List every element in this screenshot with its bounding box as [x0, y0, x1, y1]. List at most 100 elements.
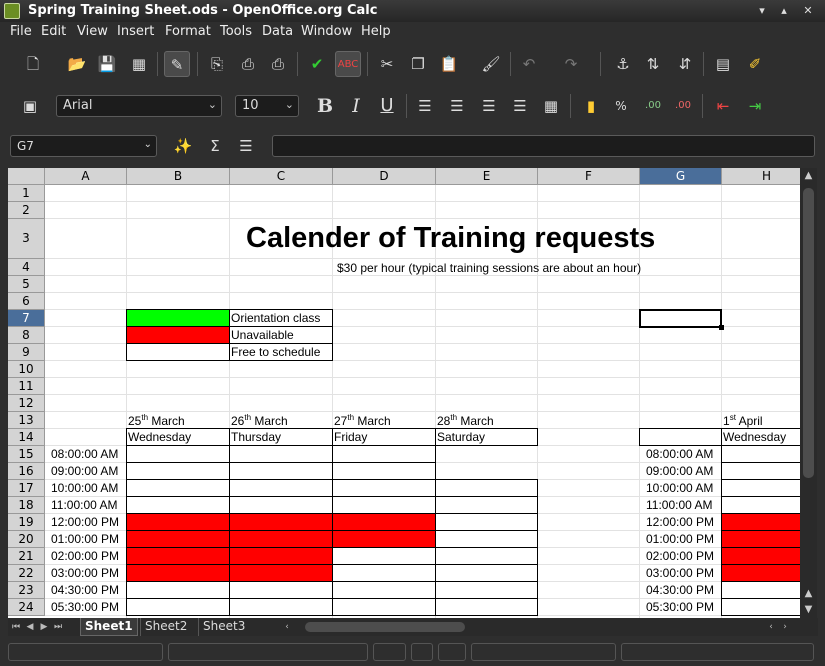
schedule-cell-d16[interactable] — [332, 462, 436, 480]
pdf-icon[interactable]: ⎘ — [204, 51, 230, 77]
redo-icon[interactable]: ↷ — [558, 51, 584, 77]
row-header-16[interactable]: 16 — [8, 463, 45, 480]
schedule-cell-d19[interactable] — [332, 513, 436, 531]
schedule-cell-d15[interactable] — [332, 445, 436, 463]
open-icon[interactable]: 📂 — [64, 51, 90, 77]
scroll-left-icon[interactable]: ‹ — [281, 620, 293, 634]
schedule-cell-b18[interactable] — [126, 496, 230, 514]
schedule-cell-c19[interactable] — [229, 513, 333, 531]
schedule-cell-d24[interactable] — [332, 598, 436, 616]
row-header-15[interactable]: 15 — [8, 446, 45, 463]
schedule-cell-h19[interactable] — [721, 513, 800, 531]
row-header-20[interactable]: 20 — [8, 531, 45, 548]
menu-help[interactable]: Help — [361, 24, 391, 39]
schedule-cell-d22[interactable] — [332, 564, 436, 582]
print-preview-icon[interactable]: ⎙ — [265, 51, 291, 77]
schedule-cell-d17[interactable] — [332, 479, 436, 497]
schedule-cell-h17[interactable] — [721, 479, 800, 497]
schedule-cell-b23[interactable] — [126, 581, 230, 599]
last-sheet-icon[interactable]: ⏭ — [52, 620, 64, 634]
selected-cell-g7[interactable] — [639, 309, 722, 328]
menu-edit[interactable]: Edit — [41, 24, 66, 39]
save-icon[interactable]: 💾 — [94, 51, 120, 77]
schedule-cell-h18[interactable] — [721, 496, 800, 514]
row-header-23[interactable]: 23 — [8, 582, 45, 599]
row-header-7[interactable]: 7 — [8, 310, 45, 327]
column-header-f[interactable]: F — [538, 168, 640, 185]
schedule-cell-c24[interactable] — [229, 598, 333, 616]
schedule-cell-c21[interactable] — [229, 547, 333, 565]
merge-cells-icon[interactable]: ▦ — [538, 93, 564, 119]
row-header-21[interactable]: 21 — [8, 548, 45, 565]
select-all-corner[interactable] — [8, 168, 45, 185]
cut-icon[interactable]: ✂ — [374, 51, 400, 77]
menu-window[interactable]: Window — [301, 24, 352, 39]
schedule-cell-b22[interactable] — [126, 564, 230, 582]
font-name-combo[interactable]: Arial ⌄ — [56, 95, 222, 117]
align-center-icon[interactable]: ☰ — [444, 93, 470, 119]
schedule-cell-e19[interactable] — [435, 513, 538, 531]
schedule-cell-c17[interactable] — [229, 479, 333, 497]
column-header-d[interactable]: D — [333, 168, 436, 185]
row-header-1[interactable]: 1 — [8, 185, 45, 202]
close-button[interactable]: ✕ — [800, 3, 816, 19]
column-header-b[interactable]: B — [127, 168, 230, 185]
spellcheck-icon[interactable]: ✔ — [304, 51, 330, 77]
minimize-button[interactable]: ▾ — [754, 3, 770, 19]
maximize-button[interactable]: ▴ — [776, 3, 792, 19]
schedule-cell-b21[interactable] — [126, 547, 230, 565]
paste-icon[interactable]: 📋 — [436, 51, 462, 77]
scroll-left-icon[interactable]: ‹ — [765, 620, 777, 634]
sheet-tab-3[interactable]: Sheet3 — [198, 618, 249, 636]
menu-file[interactable]: File — [10, 24, 32, 39]
decrease-indent-icon[interactable]: ⇤ — [710, 93, 736, 119]
sheet-tab-2[interactable]: Sheet2 — [140, 618, 191, 636]
scroll-up-icon[interactable]: ▲ — [800, 586, 817, 602]
new-icon[interactable]: 🗋 — [20, 51, 46, 77]
schedule-cell-b17[interactable] — [126, 479, 230, 497]
schedule-cell-b15[interactable] — [126, 445, 230, 463]
clone-icon[interactable]: 🖌 — [478, 51, 504, 77]
schedule-cell-c15[interactable] — [229, 445, 333, 463]
schedule-cell-e21[interactable] — [435, 547, 538, 565]
align-right-icon[interactable]: ☰ — [476, 93, 502, 119]
row-header-3[interactable]: 3 — [8, 219, 45, 259]
function-wizard-icon[interactable]: ✨ — [170, 133, 196, 159]
edit-file-icon[interactable]: ▦ — [126, 51, 152, 77]
row-header-8[interactable]: 8 — [8, 327, 45, 344]
italic-button[interactable]: I — [343, 93, 369, 119]
schedule-cell-c16[interactable] — [229, 462, 333, 480]
column-header-a[interactable]: A — [45, 168, 127, 185]
row-header-5[interactable]: 5 — [8, 276, 45, 293]
schedule-cell-e17[interactable] — [435, 479, 538, 497]
schedule-cell-b19[interactable] — [126, 513, 230, 531]
column-header-e[interactable]: E — [436, 168, 538, 185]
sum-icon[interactable]: Σ — [202, 133, 228, 159]
underline-button[interactable]: U — [374, 93, 400, 119]
spreadsheet-grid[interactable]: A B C D E F G H 1 2 3 4 5 6 7 8 9 10 11 … — [8, 168, 800, 618]
delete-decimal-icon[interactable]: .00 — [670, 93, 696, 119]
scrollbar-thumb[interactable] — [305, 622, 465, 632]
schedule-cell-c23[interactable] — [229, 581, 333, 599]
copy-icon[interactable]: ❐ — [405, 51, 431, 77]
row-header-2[interactable]: 2 — [8, 202, 45, 219]
menu-tools[interactable]: Tools — [220, 24, 252, 39]
undo-icon[interactable]: ↶ — [516, 51, 542, 77]
schedule-cell-d23[interactable] — [332, 581, 436, 599]
row-header-18[interactable]: 18 — [8, 497, 45, 514]
print-icon[interactable]: ⎙ — [235, 51, 261, 77]
menu-format[interactable]: Format — [165, 24, 211, 39]
menu-data[interactable]: Data — [262, 24, 293, 39]
row-header-11[interactable]: 11 — [8, 378, 45, 395]
schedule-cell-h15[interactable] — [721, 445, 800, 463]
schedule-cell-e20[interactable] — [435, 530, 538, 548]
schedule-cell-d18[interactable] — [332, 496, 436, 514]
hyperlink-icon[interactable]: ⚓ — [610, 51, 636, 77]
menu-view[interactable]: View — [77, 24, 108, 39]
prev-sheet-icon[interactable]: ◀ — [24, 620, 36, 634]
row-header-13[interactable]: 13 — [8, 412, 45, 429]
vertical-scrollbar[interactable]: ▲ ▲ ▼ — [800, 168, 817, 618]
next-sheet-icon[interactable]: ▶ — [38, 620, 50, 634]
schedule-cell-c20[interactable] — [229, 530, 333, 548]
autospell-icon[interactable]: ABC — [335, 51, 361, 77]
